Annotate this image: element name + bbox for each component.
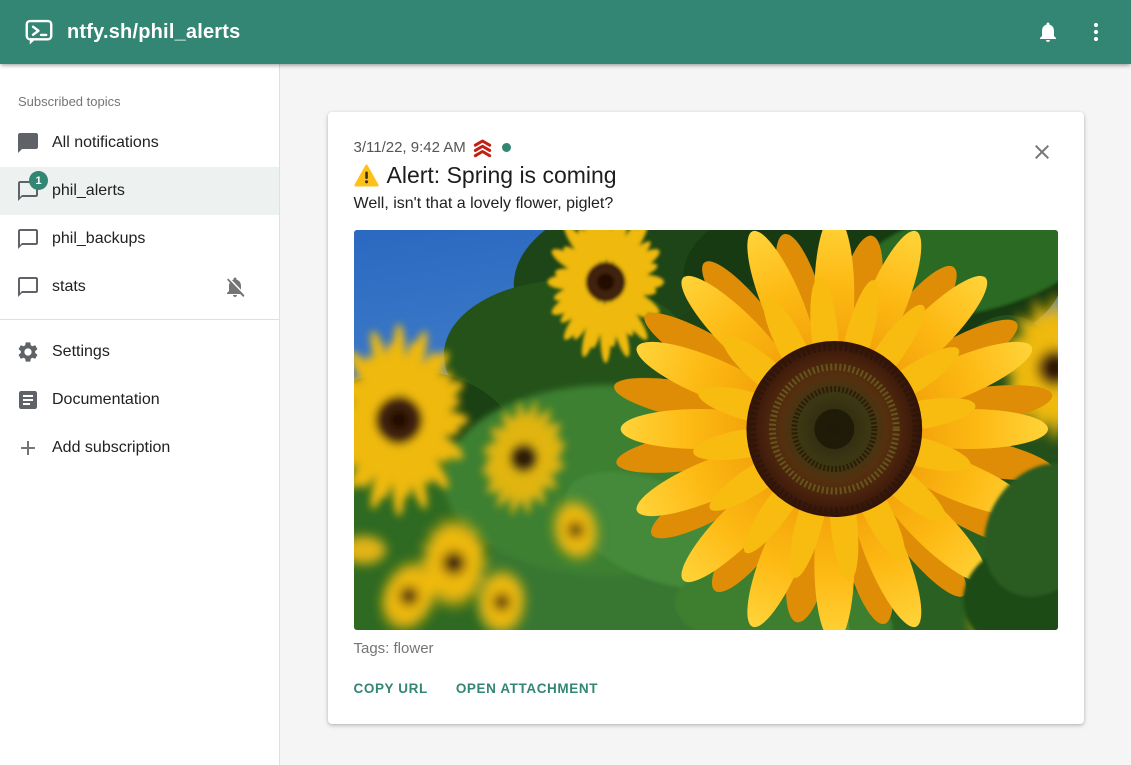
sidebar-item-documentation[interactable]: Documentation [0, 376, 279, 424]
sidebar-item-phil-backups[interactable]: phil_backups [0, 215, 279, 263]
sidebar-item-all-notifications[interactable]: All notifications [0, 119, 279, 167]
sidebar-item-label: All notifications [52, 134, 159, 152]
sidebar-item-phil-alerts[interactable]: 1 phil_alerts [0, 167, 279, 215]
article-icon [16, 388, 40, 412]
notifications-off-icon [223, 275, 247, 299]
bell-icon [1036, 20, 1060, 44]
appbar: ntfy.sh/phil_alerts [0, 0, 1131, 64]
copy-url-button[interactable]: COPY URL [354, 677, 428, 700]
sidebar-item-label: Add subscription [52, 439, 170, 457]
new-message-dot [502, 143, 511, 152]
main-area: 3/11/22, 9:42 AM Alert: Spring is comi [280, 64, 1131, 765]
chat-bubble-outline-icon [16, 275, 40, 299]
open-attachment-button[interactable]: OPEN ATTACHMENT [456, 677, 598, 700]
notification-body: Well, isn't that a lovely flower, piglet… [354, 195, 1058, 213]
notifications-bell-button[interactable] [1027, 11, 1069, 53]
notification-card: 3/11/22, 9:42 AM Alert: Spring is comi [328, 112, 1084, 724]
page-title: ntfy.sh/phil_alerts [67, 21, 1027, 44]
chat-bubble-filled-icon [16, 131, 40, 155]
sidebar-item-label: phil_backups [52, 230, 145, 248]
priority-max-icon [471, 137, 494, 158]
sidebar-item-settings[interactable]: Settings [0, 328, 279, 376]
ntfy-logo-icon [24, 17, 54, 47]
kebab-menu-icon [1084, 20, 1108, 44]
notification-title-text: Alert: Spring is coming [387, 162, 617, 189]
sidebar-item-label: Settings [52, 343, 110, 361]
ntfy-app: ntfy.sh/phil_alerts Subscribed topics Al… [0, 0, 1131, 765]
attachment-image-sunflower-photo[interactable] [354, 230, 1058, 630]
kebab-menu-button[interactable] [1075, 11, 1117, 53]
warning-emoji-icon [354, 164, 379, 187]
sidebar-item-label: phil_alerts [52, 182, 125, 200]
sidebar: Subscribed topics All notifications 1 ph… [0, 64, 280, 765]
subscribed-topics-label: Subscribed topics [18, 94, 263, 109]
chat-bubble-outline-icon: 1 [16, 179, 40, 203]
tags-label: Tags: flower [354, 640, 1058, 657]
chat-bubble-outline-icon [16, 227, 40, 251]
sidebar-item-label: stats [52, 278, 86, 296]
timestamp: 3/11/22, 9:42 AM [354, 139, 466, 156]
notification-title: Alert: Spring is coming [354, 162, 1058, 189]
sidebar-divider [0, 319, 279, 320]
close-icon[interactable] [1026, 136, 1058, 168]
unread-count-badge: 1 [29, 171, 48, 190]
sidebar-item-stats[interactable]: stats [0, 263, 279, 311]
notification-actions: COPY URL OPEN ATTACHMENT [354, 677, 1058, 706]
gear-icon [16, 340, 40, 364]
plus-icon [16, 436, 40, 460]
sidebar-item-add-subscription[interactable]: Add subscription [0, 424, 279, 472]
notification-meta: 3/11/22, 9:42 AM [354, 138, 1058, 156]
sidebar-item-label: Documentation [52, 391, 160, 409]
